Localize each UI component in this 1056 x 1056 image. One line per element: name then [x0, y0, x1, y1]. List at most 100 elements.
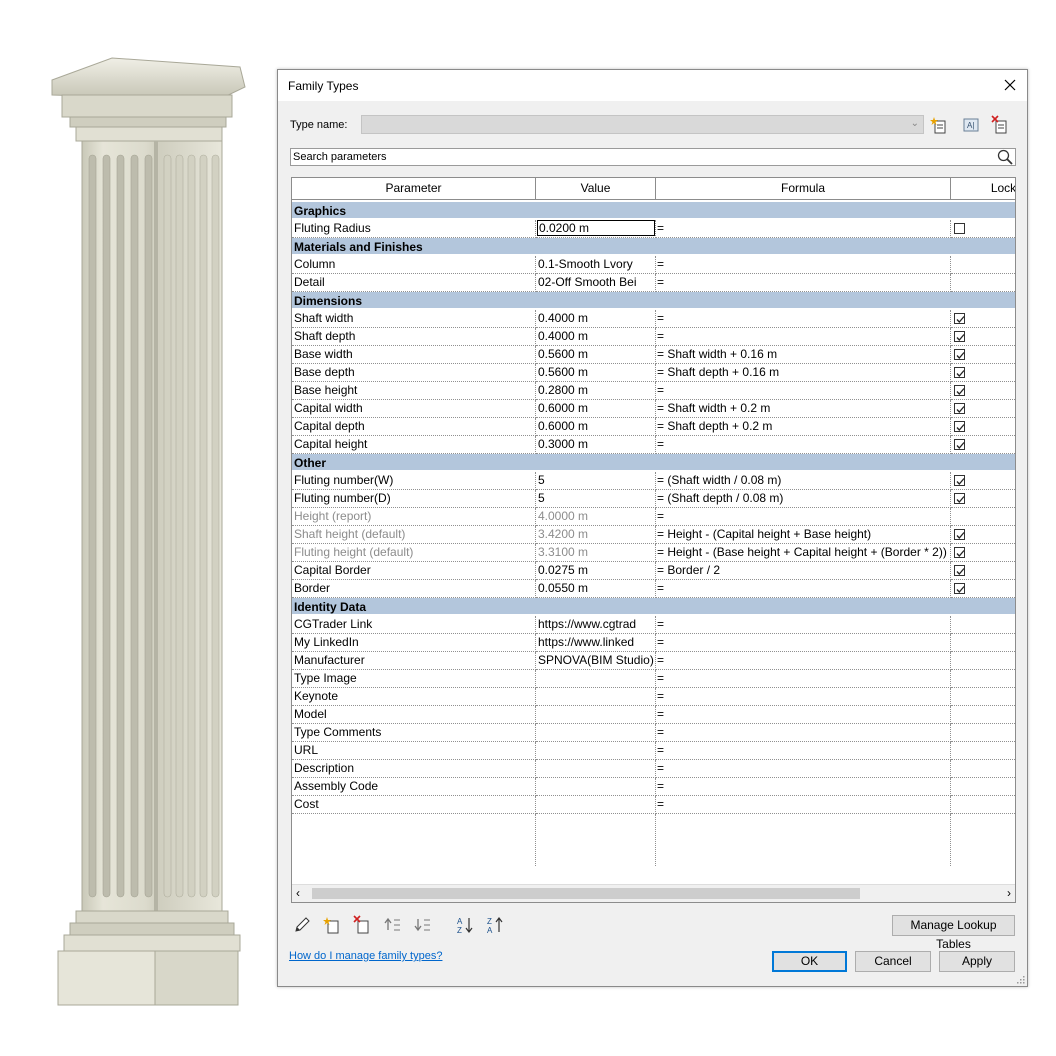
parameter-value[interactable]: 0.0275 m: [536, 562, 656, 580]
parameter-formula[interactable]: =: [656, 688, 951, 706]
group-header[interactable]: Materials and Finishes: [292, 238, 1015, 256]
parameter-value[interactable]: [536, 778, 656, 796]
parameter-value[interactable]: 3.4200 m: [536, 526, 656, 544]
new-parameter-icon[interactable]: [323, 915, 343, 935]
scroll-left-icon[interactable]: ‹: [296, 886, 300, 900]
parameter-value[interactable]: 0.4000 m: [536, 328, 656, 346]
lock-checkbox[interactable]: [954, 313, 965, 324]
parameter-row[interactable]: Shaft height (default) 3.4200 m = Height -…: [292, 526, 1015, 544]
group-header[interactable]: Identity Data: [292, 598, 1015, 616]
parameter-value[interactable]: [536, 796, 656, 814]
move-up-icon[interactable]: [383, 915, 403, 935]
parameter-row[interactable]: Model =: [292, 706, 1015, 724]
parameter-row[interactable]: Cost =: [292, 796, 1015, 814]
ok-button[interactable]: OK: [772, 951, 847, 972]
parameter-formula[interactable]: =: [656, 634, 951, 652]
parameter-value[interactable]: [536, 742, 656, 760]
parameter-row[interactable]: Type Image =: [292, 670, 1015, 688]
lock-checkbox[interactable]: [954, 547, 965, 558]
parameter-formula[interactable]: =: [656, 742, 951, 760]
header-parameter[interactable]: Parameter: [292, 178, 536, 199]
group-header[interactable]: Other: [292, 454, 1015, 472]
parameter-formula[interactable]: =: [656, 706, 951, 724]
parameter-row[interactable]: Fluting number(D) 5 = (Shaft depth / 0.08 …: [292, 490, 1015, 508]
rename-type-icon[interactable]: A|: [961, 115, 981, 135]
parameter-row[interactable]: Border 0.0550 m =: [292, 580, 1015, 598]
parameter-row[interactable]: Capital height 0.3000 m =: [292, 436, 1015, 454]
parameter-row[interactable]: Capital width 0.6000 m = Shaft width + 0.2…: [292, 400, 1015, 418]
parameter-value[interactable]: 5: [536, 472, 656, 490]
scroll-thumb[interactable]: [312, 888, 860, 899]
parameter-value[interactable]: 0.6000 m: [536, 418, 656, 436]
parameter-row[interactable]: Fluting height (default) 3.3100 m = Height…: [292, 544, 1015, 562]
parameter-formula[interactable]: = Shaft width + 0.2 m: [656, 400, 951, 418]
delete-parameter-icon[interactable]: [353, 915, 373, 935]
lock-checkbox[interactable]: [954, 403, 965, 414]
parameter-row[interactable]: Detail 02-Off Smooth Bei =: [292, 274, 1015, 292]
apply-button[interactable]: Apply: [939, 951, 1015, 972]
parameter-formula[interactable]: = Shaft width + 0.16 m: [656, 346, 951, 364]
parameter-row[interactable]: Shaft depth 0.4000 m =: [292, 328, 1015, 346]
parameter-row[interactable]: My LinkedIn https://www.linked =: [292, 634, 1015, 652]
parameter-formula[interactable]: =: [656, 778, 951, 796]
parameter-formula[interactable]: =: [656, 310, 951, 328]
lock-checkbox[interactable]: [954, 529, 965, 540]
lock-checkbox[interactable]: [954, 565, 965, 576]
resize-grip-icon[interactable]: [1015, 974, 1025, 984]
lock-checkbox[interactable]: [954, 385, 965, 396]
parameter-row[interactable]: Keynote =: [292, 688, 1015, 706]
scroll-right-icon[interactable]: ›: [1007, 886, 1011, 900]
parameter-value[interactable]: 02-Off Smooth Bei: [536, 274, 656, 292]
parameter-formula[interactable]: = Shaft depth + 0.2 m: [656, 418, 951, 436]
parameter-value[interactable]: [536, 220, 656, 238]
parameter-row[interactable]: Type Comments =: [292, 724, 1015, 742]
delete-type-icon[interactable]: [991, 115, 1011, 135]
lock-checkbox[interactable]: [954, 367, 965, 378]
header-formula[interactable]: Formula: [656, 178, 951, 199]
parameter-formula[interactable]: =: [656, 382, 951, 400]
parameter-value[interactable]: [536, 760, 656, 778]
parameter-row[interactable]: Assembly Code =: [292, 778, 1015, 796]
search-input[interactable]: [293, 149, 983, 165]
parameter-value[interactable]: [536, 688, 656, 706]
lock-checkbox[interactable]: [954, 493, 965, 504]
parameter-value[interactable]: 0.4000 m: [536, 310, 656, 328]
parameter-value[interactable]: 3.3100 m: [536, 544, 656, 562]
parameter-row[interactable]: Shaft width 0.4000 m =: [292, 310, 1015, 328]
lock-checkbox[interactable]: [954, 583, 965, 594]
parameter-formula[interactable]: = Shaft depth + 0.16 m: [656, 364, 951, 382]
parameter-row[interactable]: Manufacturer SPNOVA(BIM Studio) =: [292, 652, 1015, 670]
parameter-value[interactable]: [536, 706, 656, 724]
parameter-value[interactable]: 0.5600 m: [536, 346, 656, 364]
parameter-formula[interactable]: = (Shaft depth / 0.08 m): [656, 490, 951, 508]
parameter-value[interactable]: 0.2800 m: [536, 382, 656, 400]
group-header[interactable]: Dimensions: [292, 292, 1015, 310]
parameter-formula[interactable]: = Border / 2: [656, 562, 951, 580]
new-type-icon[interactable]: [930, 115, 950, 135]
header-value[interactable]: Value: [536, 178, 656, 199]
parameter-formula[interactable]: =: [656, 274, 951, 292]
lock-checkbox[interactable]: [954, 349, 965, 360]
lock-checkbox[interactable]: [954, 331, 965, 342]
group-header[interactable]: Graphics: [292, 202, 1015, 220]
parameter-formula[interactable]: =: [656, 580, 951, 598]
parameter-value[interactable]: 0.1-Smooth Lvory: [536, 256, 656, 274]
parameter-row[interactable]: Capital Border 0.0275 m = Border / 2: [292, 562, 1015, 580]
lock-checkbox[interactable]: [954, 421, 965, 432]
parameter-value[interactable]: 0.5600 m: [536, 364, 656, 382]
horizontal-scrollbar[interactable]: ‹ ›: [292, 884, 1015, 902]
parameter-formula[interactable]: = (Shaft width / 0.08 m): [656, 472, 951, 490]
parameter-row[interactable]: URL =: [292, 742, 1015, 760]
type-name-select[interactable]: ⌄: [361, 115, 924, 134]
parameter-row[interactable]: Fluting Radius 0.0200 m =: [292, 220, 1015, 238]
parameter-formula[interactable]: =: [656, 436, 951, 454]
sort-descending-icon[interactable]: Z A: [485, 915, 505, 935]
parameter-formula[interactable]: =: [656, 652, 951, 670]
parameter-row[interactable]: Height (report) 4.0000 m =: [292, 508, 1015, 526]
parameter-value[interactable]: https://www.linked: [536, 634, 656, 652]
parameter-row[interactable]: Description =: [292, 760, 1015, 778]
parameter-value[interactable]: 4.0000 m: [536, 508, 656, 526]
close-icon[interactable]: [999, 74, 1021, 96]
parameter-value[interactable]: 0.0550 m: [536, 580, 656, 598]
parameter-row[interactable]: CGTrader Link https://www.cgtrad =: [292, 616, 1015, 634]
